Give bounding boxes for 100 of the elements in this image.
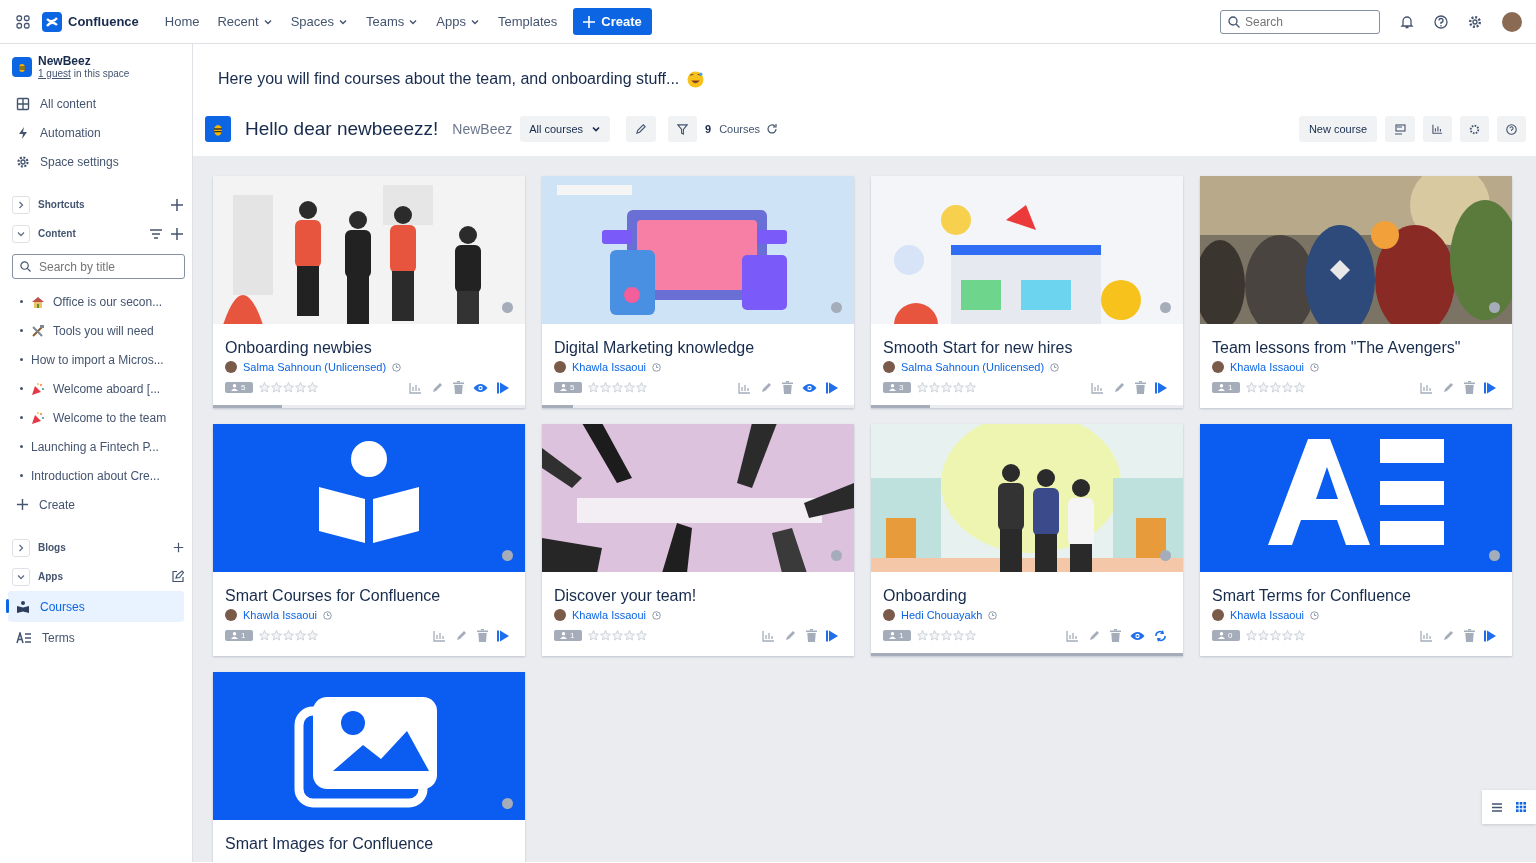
star-icon[interactable] [588, 630, 600, 641]
help-button[interactable] [1497, 116, 1526, 142]
filter-icon[interactable] [150, 228, 162, 239]
star-icon[interactable] [953, 630, 965, 641]
author-link[interactable]: Hedi Chouayakh [901, 609, 983, 621]
nav-menu-item[interactable]: Spaces [284, 8, 355, 35]
eye-icon[interactable] [1130, 630, 1145, 641]
nav-menu-item[interactable]: Apps [430, 8, 486, 35]
star-icon[interactable] [941, 630, 953, 641]
refresh-icon[interactable] [766, 123, 779, 135]
play-icon[interactable] [1155, 381, 1167, 394]
star-icon[interactable] [941, 382, 953, 393]
info-icon[interactable] [502, 550, 513, 561]
chart-icon[interactable] [1420, 629, 1433, 642]
star-icon[interactable] [1294, 382, 1306, 393]
plus-icon[interactable] [16, 498, 29, 511]
star-icon[interactable] [283, 630, 295, 641]
star-icon[interactable] [612, 382, 624, 393]
info-icon[interactable] [831, 302, 842, 313]
star-icon[interactable] [588, 382, 600, 393]
page-link[interactable]: Launching a Fintech P... [31, 439, 159, 454]
chart-icon[interactable] [409, 381, 422, 394]
info-icon[interactable] [1489, 550, 1500, 561]
star-icon[interactable] [1282, 630, 1294, 641]
course-card[interactable]: Digital Marketing knowledge Khawla Issaoui 5 [542, 176, 854, 408]
star-icon[interactable] [1294, 630, 1306, 641]
app-switcher-icon[interactable] [16, 14, 30, 29]
courses-dropdown[interactable]: All courses [520, 116, 610, 142]
star-icon[interactable] [965, 382, 977, 393]
star-icon[interactable] [965, 630, 977, 641]
course-card[interactable]: Smart Terms for Confluence Khawla Issaoui 0 [1200, 424, 1512, 656]
star-icon[interactable] [295, 630, 307, 641]
course-card[interactable]: Smart Courses for Confluence Khawla Issaoui 1 [213, 424, 525, 656]
author-link[interactable]: Khawla Issaoui [572, 361, 646, 373]
guests-link[interactable]: 1 guest [38, 68, 71, 79]
star-icon[interactable] [307, 382, 319, 393]
nav-menu-item[interactable]: Teams [360, 8, 425, 35]
star-icon[interactable] [624, 382, 636, 393]
page-link[interactable]: Tools you will need [53, 323, 154, 338]
info-icon[interactable] [1489, 302, 1500, 313]
delete-icon[interactable] [806, 629, 817, 642]
nav-menu-item[interactable]: Templates [492, 8, 564, 35]
chart-icon[interactable] [762, 629, 775, 642]
play-icon[interactable] [497, 381, 509, 394]
star-icon[interactable] [1270, 630, 1282, 641]
author-link[interactable]: Khawla Issaoui [572, 609, 646, 621]
new-course-button[interactable]: New course [1298, 116, 1377, 142]
author-link[interactable]: Khawla Issaoui [1230, 609, 1304, 621]
course-card[interactable]: Team lessons from "The Avengers" Khawla Issaoui 1 [1200, 176, 1512, 408]
course-title[interactable]: Discover your team! [554, 587, 842, 605]
sidebar-app-item[interactable]: Courses [8, 591, 184, 622]
star-icon[interactable] [917, 630, 929, 641]
star-icon[interactable] [1270, 382, 1282, 393]
star-icon[interactable] [953, 382, 965, 393]
eye-icon[interactable] [802, 382, 817, 393]
star-icon[interactable] [1282, 382, 1294, 393]
star-icon[interactable] [600, 630, 612, 641]
delete-icon[interactable] [1464, 381, 1475, 394]
delete-icon[interactable] [782, 381, 793, 394]
star-icon[interactable] [929, 382, 941, 393]
star-icon[interactable] [636, 382, 648, 393]
notification-bell-icon[interactable] [1400, 14, 1414, 29]
add-icon[interactable] [170, 197, 184, 212]
chart-icon[interactable] [1066, 629, 1079, 642]
info-icon[interactable] [502, 302, 513, 313]
course-title[interactable]: Smart Courses for Confluence [225, 587, 513, 605]
delete-icon[interactable] [1135, 381, 1146, 394]
eye-icon[interactable] [473, 382, 488, 393]
author-link[interactable]: Khawla Issaoui [243, 609, 317, 621]
chart-icon[interactable] [1420, 381, 1433, 394]
report-button[interactable] [1423, 116, 1452, 142]
chart-icon[interactable] [738, 381, 751, 394]
sidebar-item[interactable]: Space settings [8, 147, 184, 176]
delete-icon[interactable] [477, 629, 488, 642]
expand-toggle[interactable] [12, 538, 30, 557]
page-link[interactable]: Welcome aboard [... [53, 381, 161, 396]
star-icon[interactable] [636, 630, 648, 641]
nav-menu-item[interactable]: Home [158, 8, 206, 35]
space-name[interactable]: NewBeez [38, 54, 130, 68]
course-title[interactable]: Team lessons from "The Avengers" [1212, 339, 1500, 357]
star-icon[interactable] [1246, 382, 1258, 393]
sidebar-app-item[interactable]: Terms [8, 622, 184, 653]
page-link[interactable]: Introduction about Cre... [31, 468, 160, 483]
edit-icon[interactable] [171, 570, 184, 583]
info-icon[interactable] [502, 798, 513, 809]
star-icon[interactable] [259, 630, 271, 641]
course-title[interactable]: Smooth Start for new hires [883, 339, 1171, 357]
course-title[interactable]: Digital Marketing knowledge [554, 339, 842, 357]
create-button[interactable]: Create [573, 8, 652, 35]
filter-button[interactable] [668, 116, 697, 142]
user-avatar[interactable] [1502, 11, 1522, 32]
search-by-title-field[interactable]: Search by title [12, 254, 185, 279]
star-icon[interactable] [624, 630, 636, 641]
add-icon[interactable] [173, 542, 184, 553]
star-icon[interactable] [1258, 630, 1270, 641]
star-icon[interactable] [600, 382, 612, 393]
sidebar-item[interactable]: Automation [8, 118, 184, 147]
star-icon[interactable] [271, 382, 283, 393]
delete-icon[interactable] [1464, 629, 1475, 642]
play-icon[interactable] [826, 381, 838, 394]
